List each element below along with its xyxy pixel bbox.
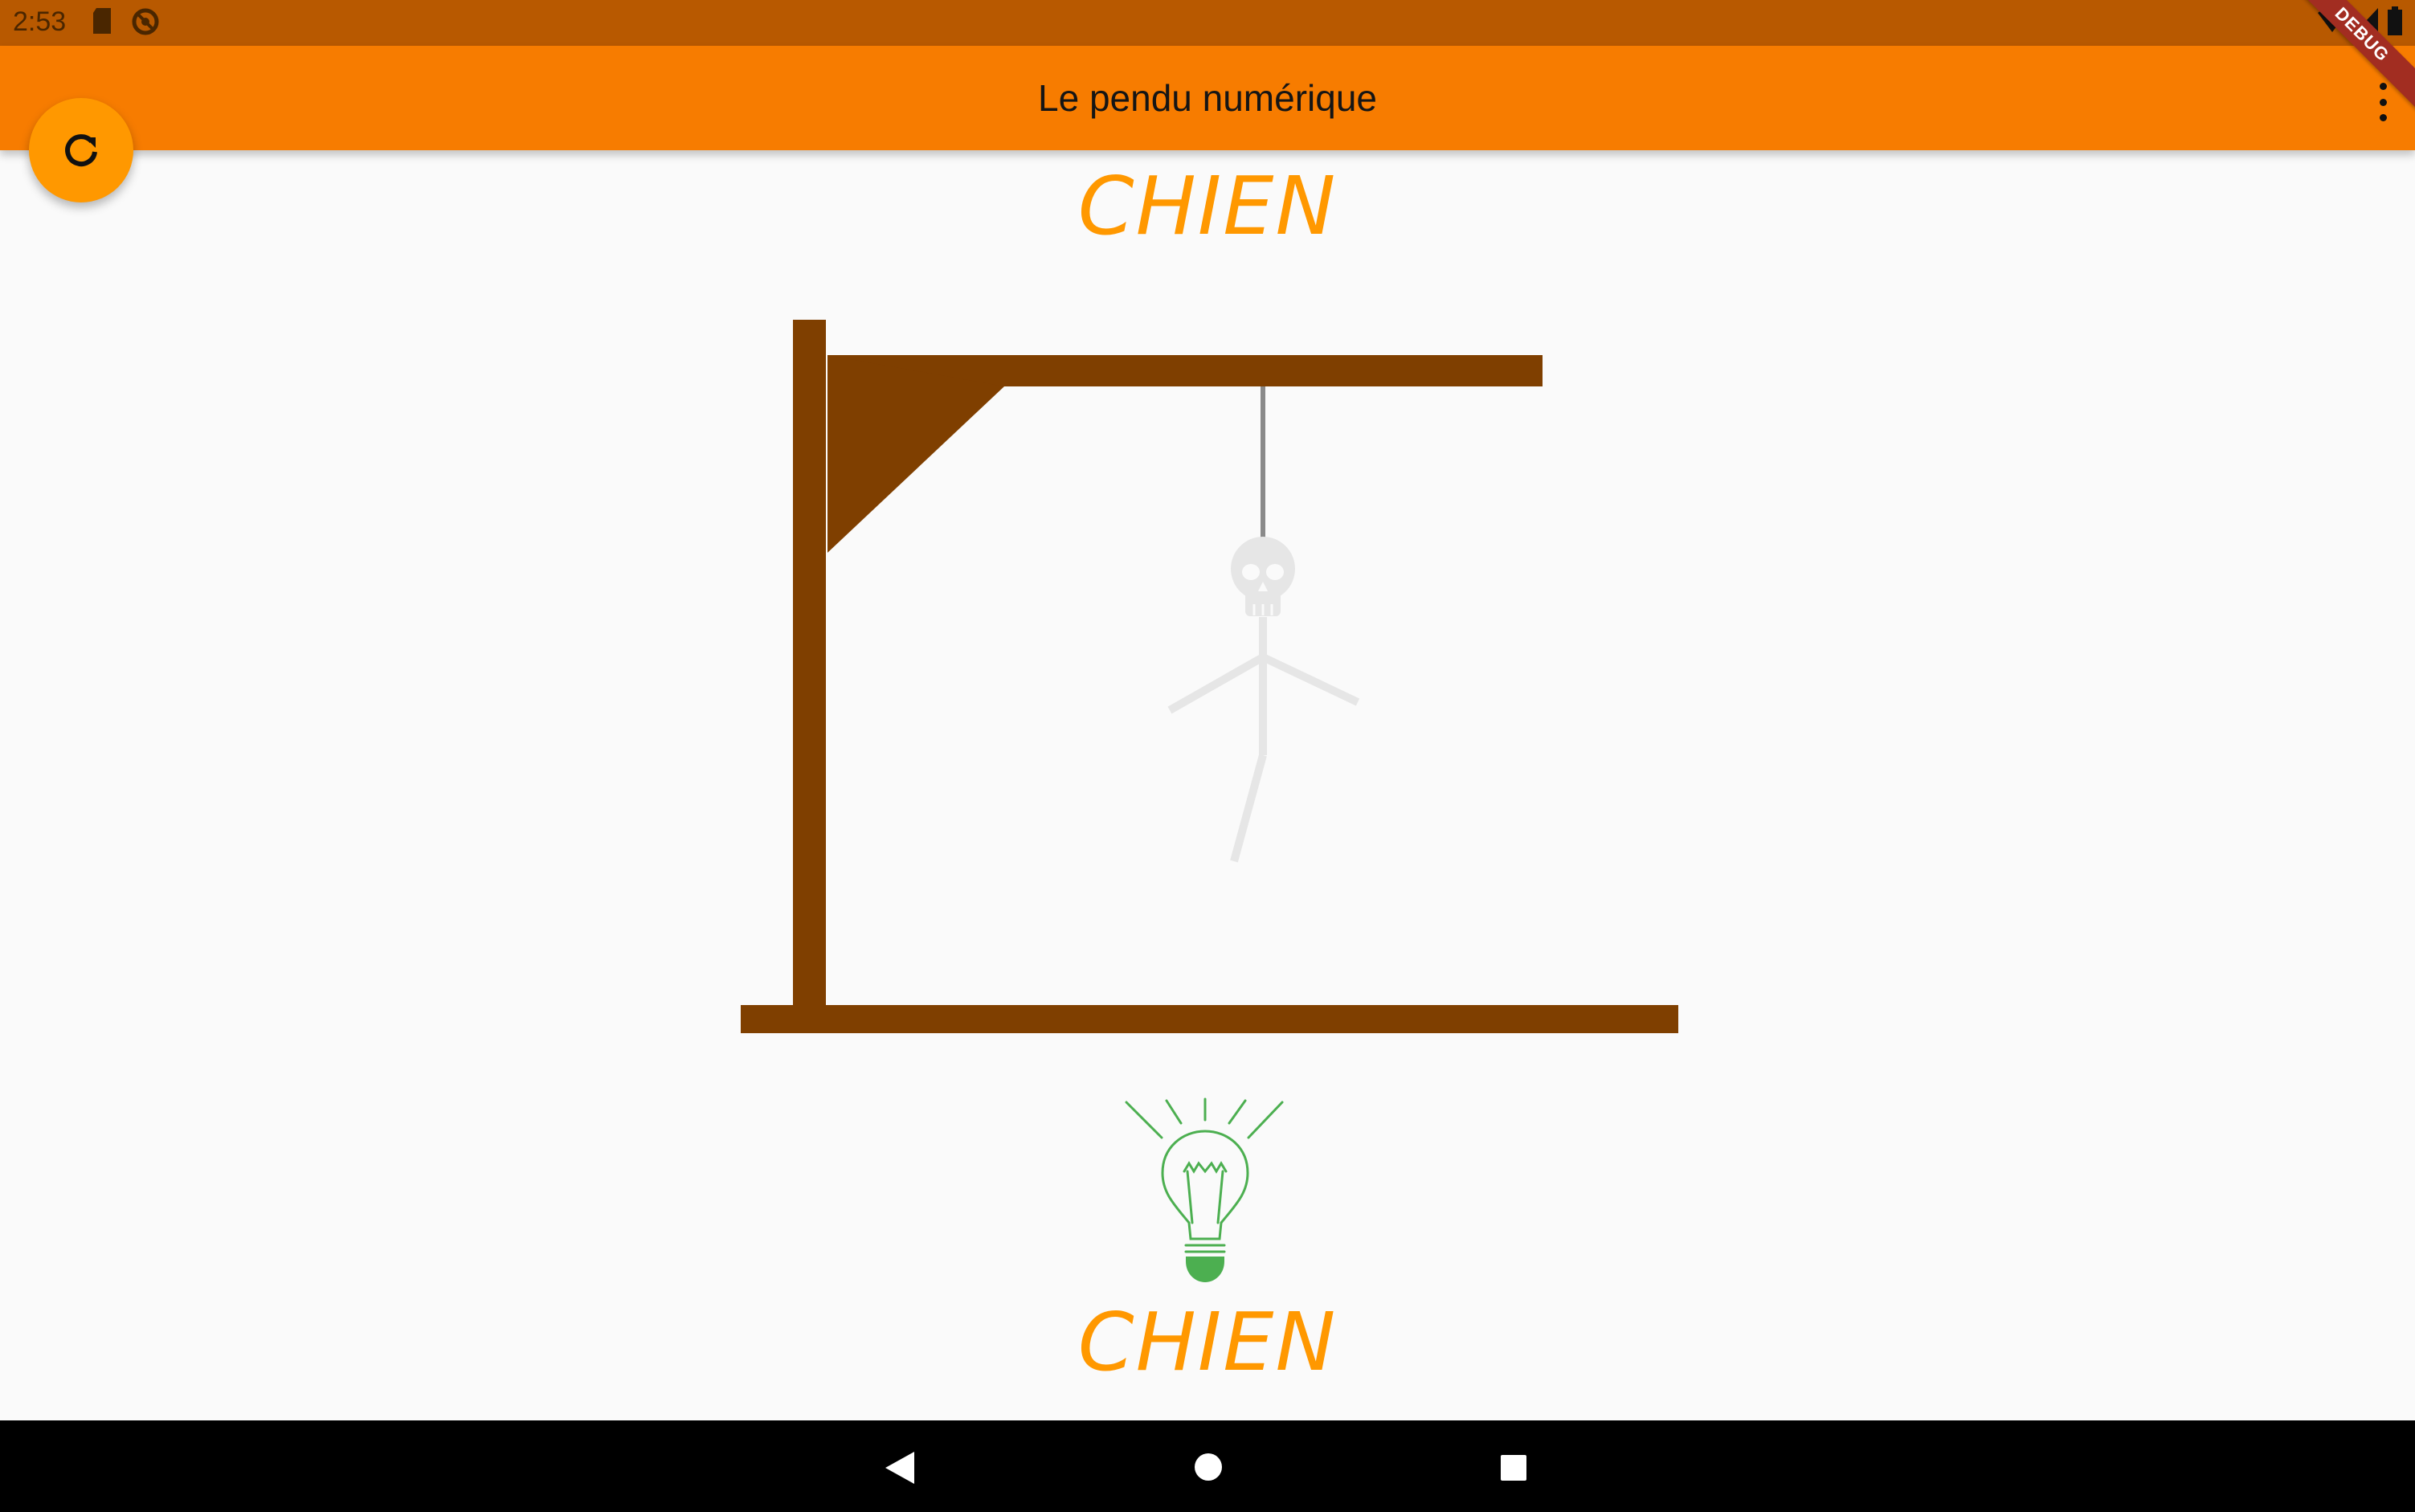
figure-left-arm	[1167, 653, 1265, 714]
home-icon[interactable]	[1193, 1452, 1224, 1482]
gallows-brace	[827, 355, 1004, 553]
rope	[1261, 386, 1265, 537]
figure-right-arm	[1261, 653, 1360, 706]
navigation-bar	[0, 1420, 2415, 1512]
skull-icon	[1231, 537, 1295, 616]
back-icon[interactable]	[884, 1450, 916, 1485]
recents-icon[interactable]	[1499, 1453, 1528, 1482]
lightbulb-icon[interactable]	[1118, 1093, 1295, 1285]
gallows-post	[793, 320, 826, 1031]
app-screen: 2:53 Le pendu numérique DEBUG CHIEN CHIE…	[0, 0, 2415, 1512]
gallows-base	[741, 1005, 1678, 1033]
figure-left-leg	[1230, 754, 1267, 863]
answer-word: CHIEN	[1077, 1295, 1338, 1389]
